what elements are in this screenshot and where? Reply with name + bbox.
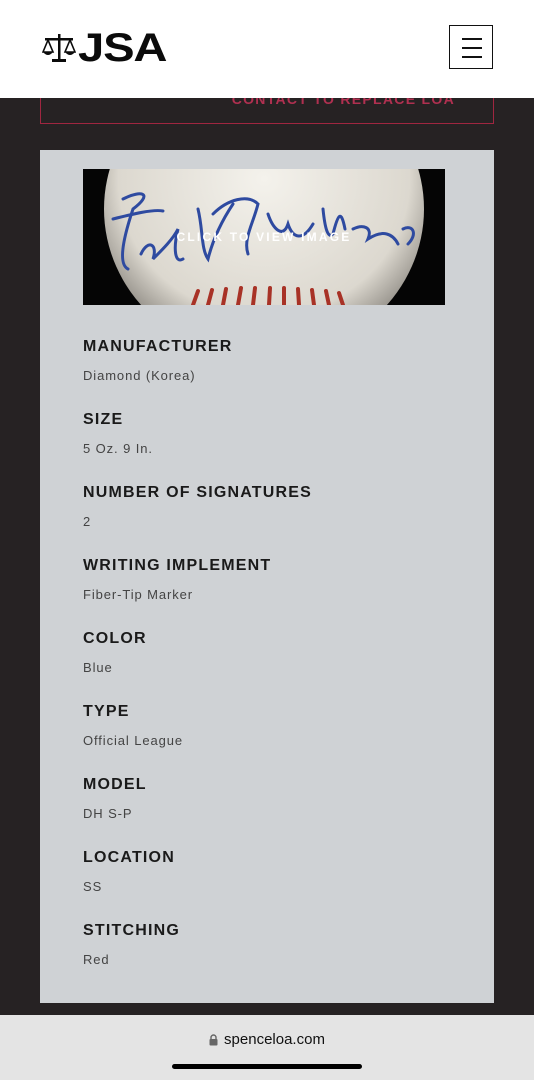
view-image-banner[interactable]: CLICK TO VIEW IMAGE xyxy=(83,169,445,305)
detail-color: COLOR Blue xyxy=(83,629,147,676)
jsa-logo[interactable]: JSA xyxy=(42,28,167,68)
site-header: JSA xyxy=(0,0,534,98)
view-image-label: CLICK TO VIEW IMAGE xyxy=(176,230,352,244)
lock-icon xyxy=(209,1033,218,1045)
detail-label: MODEL xyxy=(83,776,147,793)
detail-value: Red xyxy=(83,952,110,967)
detail-value: Diamond (Korea) xyxy=(83,368,196,383)
url-display[interactable]: spenceloa.com xyxy=(0,1031,534,1048)
detail-label: TYPE xyxy=(83,703,130,720)
detail-label: COLOR xyxy=(83,630,147,647)
detail-label: MANUFACTURER xyxy=(83,338,233,355)
detail-number-of-signatures: NUMBER OF SIGNATURES 2 xyxy=(83,483,312,530)
detail-type: TYPE Official League xyxy=(83,702,183,749)
hamburger-icon-line xyxy=(462,47,482,49)
detail-writing-implement: WRITING IMPLEMENT Fiber-Tip Marker xyxy=(83,556,271,603)
url-text: spenceloa.com xyxy=(224,1031,325,1048)
detail-value: Blue xyxy=(83,660,113,675)
detail-location: LOCATION SS xyxy=(83,848,175,895)
detail-value: 2 xyxy=(83,514,92,529)
logo-text: JSA xyxy=(78,26,167,70)
detail-value: SS xyxy=(83,879,103,894)
detail-label: NUMBER OF SIGNATURES xyxy=(83,484,313,501)
details-card: CLICK TO VIEW IMAGE MANUFACTURER Diamond… xyxy=(40,150,494,1003)
home-indicator[interactable] xyxy=(172,1064,362,1069)
detail-stitching: STITCHING Red xyxy=(83,921,180,968)
detail-model: MODEL DH S-P xyxy=(83,775,147,822)
detail-value: Fiber-Tip Marker xyxy=(83,587,193,602)
hamburger-icon-line xyxy=(462,56,482,58)
detail-label: SIZE xyxy=(83,411,124,428)
detail-label: LOCATION xyxy=(83,849,175,866)
browser-address-bar[interactable]: spenceloa.com xyxy=(0,1015,534,1080)
detail-value: DH S-P xyxy=(83,806,133,821)
scales-icon xyxy=(42,34,76,62)
detail-manufacturer: MANUFACTURER Diamond (Korea) xyxy=(83,337,233,384)
detail-value: Official League xyxy=(83,733,183,748)
detail-value: 5 Oz. 9 In. xyxy=(83,441,153,456)
hamburger-icon-line xyxy=(462,38,482,40)
detail-size: SIZE 5 Oz. 9 In. xyxy=(83,410,153,457)
detail-label: WRITING IMPLEMENT xyxy=(83,557,272,574)
detail-label: STITCHING xyxy=(83,922,181,939)
menu-button[interactable] xyxy=(449,25,493,69)
